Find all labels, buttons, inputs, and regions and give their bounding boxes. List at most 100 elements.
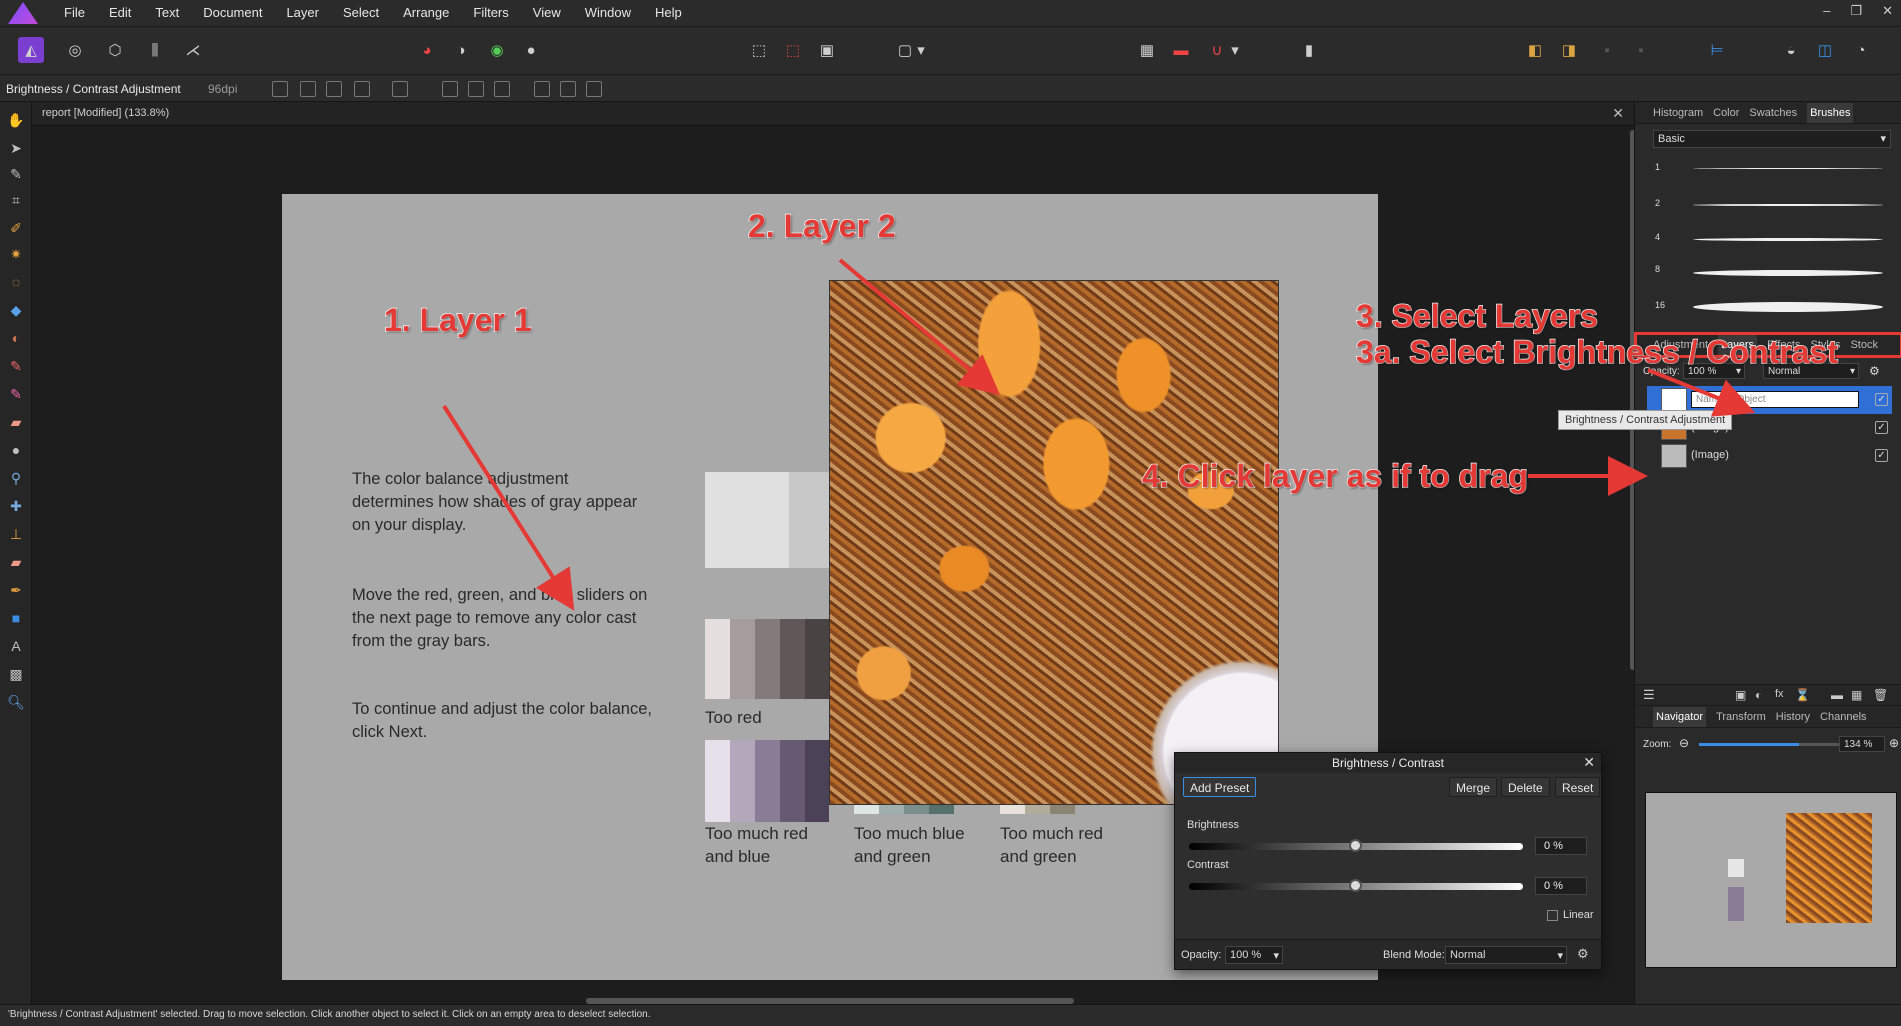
menu-select[interactable]: Select bbox=[331, 0, 391, 26]
mask-icon[interactable]: ▣ bbox=[1735, 688, 1746, 702]
hand-tool-icon[interactable]: ✋ bbox=[6, 110, 26, 130]
zoom-in-icon[interactable]: ⊕ bbox=[1889, 736, 1899, 750]
delete-button[interactable]: Delete bbox=[1501, 777, 1550, 797]
brightness-value-field[interactable]: 0 % bbox=[1535, 837, 1587, 855]
color-balance-icon[interactable]: ◉ bbox=[484, 37, 510, 63]
arrange-front-icon[interactable]: ▪ bbox=[1594, 37, 1620, 63]
contrast-value-field[interactable]: 0 % bbox=[1535, 877, 1587, 895]
reset-transform-icon[interactable] bbox=[392, 81, 408, 97]
menu-text[interactable]: Text bbox=[143, 0, 191, 26]
selection-brush-icon[interactable]: ✐ bbox=[6, 218, 26, 238]
view-mode-icon[interactable]: ◔ bbox=[1848, 37, 1874, 63]
reset-button[interactable]: Reset bbox=[1555, 777, 1601, 797]
arrange-back-icon[interactable]: ◨ bbox=[1556, 37, 1582, 63]
transform-origin-icon[interactable] bbox=[272, 81, 288, 97]
studio-icon[interactable]: ◫ bbox=[1812, 37, 1838, 63]
develop-persona-icon[interactable]: ⬡ bbox=[102, 37, 128, 63]
add-preset-button[interactable]: Add Preset bbox=[1183, 777, 1257, 797]
zoom-tool-icon[interactable]: 🔍︎ bbox=[6, 692, 26, 712]
lasso-tool-icon[interactable]: ◌ bbox=[6, 272, 26, 292]
dodge-tool-icon[interactable]: ● bbox=[6, 440, 26, 460]
align-bottom-icon[interactable] bbox=[586, 81, 602, 97]
color-picker-tool-icon[interactable]: ✎ bbox=[6, 164, 26, 184]
brightness-slider-knob[interactable] bbox=[1349, 839, 1362, 852]
text-tool-icon[interactable]: A bbox=[6, 636, 26, 656]
close-window-icon[interactable]: ✕ bbox=[1882, 3, 1893, 19]
clone-tool-icon[interactable]: ⚲ bbox=[6, 468, 26, 488]
zoom-slider-track[interactable] bbox=[1799, 743, 1839, 746]
align-icon[interactable]: ⊨ bbox=[1704, 37, 1730, 63]
align-center-icon[interactable] bbox=[468, 81, 484, 97]
transform-icon[interactable] bbox=[300, 81, 316, 97]
rectangle-tool-icon[interactable]: ■ bbox=[6, 608, 26, 628]
linear-checkbox[interactable] bbox=[1547, 910, 1558, 921]
adjustment-icon[interactable]: ◐ bbox=[1755, 688, 1762, 702]
zoom-value-field[interactable]: 134 % bbox=[1839, 736, 1885, 752]
minimize-icon[interactable]: – bbox=[1823, 3, 1830, 19]
layer-visibility-checkbox[interactable]: ✓ bbox=[1875, 393, 1888, 406]
paint-brush-icon[interactable]: ✎ bbox=[6, 356, 26, 376]
arrange-bottom-icon[interactable]: ▪ bbox=[1628, 37, 1654, 63]
menu-file[interactable]: File bbox=[52, 0, 97, 26]
tab-brushes[interactable]: Brushes bbox=[1807, 102, 1854, 123]
red-eye-tool-icon[interactable]: ⊥ bbox=[6, 524, 26, 544]
fill-tool-icon[interactable]: ◆ bbox=[6, 300, 26, 320]
snap-dropdown-icon[interactable]: ▾ bbox=[1228, 37, 1242, 63]
layer-visibility-checkbox[interactable]: ✓ bbox=[1875, 421, 1888, 434]
curves-icon[interactable]: ◑ bbox=[448, 37, 474, 63]
white-balance-icon[interactable]: ● bbox=[518, 37, 544, 63]
contrast-slider[interactable] bbox=[1189, 879, 1523, 892]
align-right-icon[interactable] bbox=[494, 81, 510, 97]
brush-row-3[interactable]: 4 bbox=[1655, 230, 1895, 248]
close-document-icon[interactable]: ✕ bbox=[1612, 105, 1624, 122]
snap-icon[interactable]: ▬ bbox=[1168, 37, 1194, 63]
dialog-gear-icon[interactable]: ⚙ bbox=[1577, 946, 1589, 962]
magnet-icon[interactable]: ∪ bbox=[1204, 37, 1230, 63]
layers-stack-icon[interactable]: ☰ bbox=[1643, 687, 1655, 703]
grid-icon[interactable]: ▦ bbox=[1134, 37, 1160, 63]
align-left-icon[interactable] bbox=[442, 81, 458, 97]
layer-name-input[interactable]: Name of Object bbox=[1691, 391, 1859, 408]
fx-icon[interactable]: fx bbox=[1775, 688, 1784, 700]
brush-row-1[interactable]: 1 bbox=[1655, 160, 1895, 178]
brush-row-2[interactable]: 2 bbox=[1655, 196, 1895, 214]
brush-row-4[interactable]: 8 bbox=[1655, 262, 1895, 280]
layer-visibility-checkbox[interactable]: ✓ bbox=[1875, 449, 1888, 462]
gradient-tool-icon[interactable]: ◐ bbox=[6, 328, 26, 348]
menu-arrange[interactable]: Arrange bbox=[391, 0, 461, 26]
menu-document[interactable]: Document bbox=[191, 0, 274, 26]
mesh-warp-icon[interactable]: ▩ bbox=[6, 664, 26, 684]
pen-tool-icon[interactable]: ✒ bbox=[6, 580, 26, 600]
navigator-preview[interactable] bbox=[1645, 792, 1897, 968]
tab-navigator[interactable]: Navigator bbox=[1653, 706, 1707, 727]
crop-tool-icon[interactable]: ⌗ bbox=[6, 190, 26, 210]
menu-window[interactable]: Window bbox=[573, 0, 643, 26]
assistant-icon[interactable]: ◒ bbox=[1778, 37, 1804, 63]
delete-layer-icon[interactable]: 🗑︎ bbox=[1873, 688, 1888, 702]
tab-history[interactable]: History bbox=[1776, 711, 1810, 723]
document-tab[interactable]: report [Modified] (133.8%) ✕ bbox=[32, 102, 1634, 126]
flip-icon[interactable] bbox=[354, 81, 370, 97]
dialog-opacity-field[interactable]: 100 % ▾ bbox=[1225, 946, 1283, 964]
rotate-icon[interactable] bbox=[326, 81, 342, 97]
cursor-info-icon[interactable]: ▮ bbox=[1296, 37, 1322, 63]
align-middle-icon[interactable] bbox=[560, 81, 576, 97]
zoom-slider-fill[interactable] bbox=[1699, 743, 1799, 746]
zoom-out-icon[interactable]: ⊖ bbox=[1679, 736, 1689, 750]
color-replace-icon[interactable]: ✎ bbox=[6, 384, 26, 404]
add-pixel-layer-icon[interactable]: ▦ bbox=[1851, 688, 1862, 702]
tab-channels[interactable]: Channels bbox=[1820, 711, 1866, 723]
menu-help[interactable]: Help bbox=[643, 0, 694, 26]
merge-button[interactable]: Merge bbox=[1449, 777, 1498, 797]
tab-stock[interactable]: Stock bbox=[1850, 339, 1878, 351]
dropdown-icon[interactable]: ▾ bbox=[914, 37, 928, 63]
flood-select-icon[interactable]: ✷ bbox=[6, 244, 26, 264]
tone-mapping-persona-icon[interactable]: ⫼ bbox=[142, 37, 168, 63]
restore-icon[interactable]: ❐ bbox=[1850, 3, 1862, 19]
levels-icon[interactable]: ◕ bbox=[414, 37, 440, 63]
menu-layer[interactable]: Layer bbox=[274, 0, 331, 26]
erase-brush-icon[interactable]: ▰ bbox=[6, 412, 26, 432]
photo-persona-icon[interactable]: ◭ bbox=[18, 37, 44, 63]
brush-category-select[interactable]: Basic ▾ bbox=[1653, 130, 1891, 148]
group-folder-icon[interactable]: ▬ bbox=[1831, 688, 1843, 702]
